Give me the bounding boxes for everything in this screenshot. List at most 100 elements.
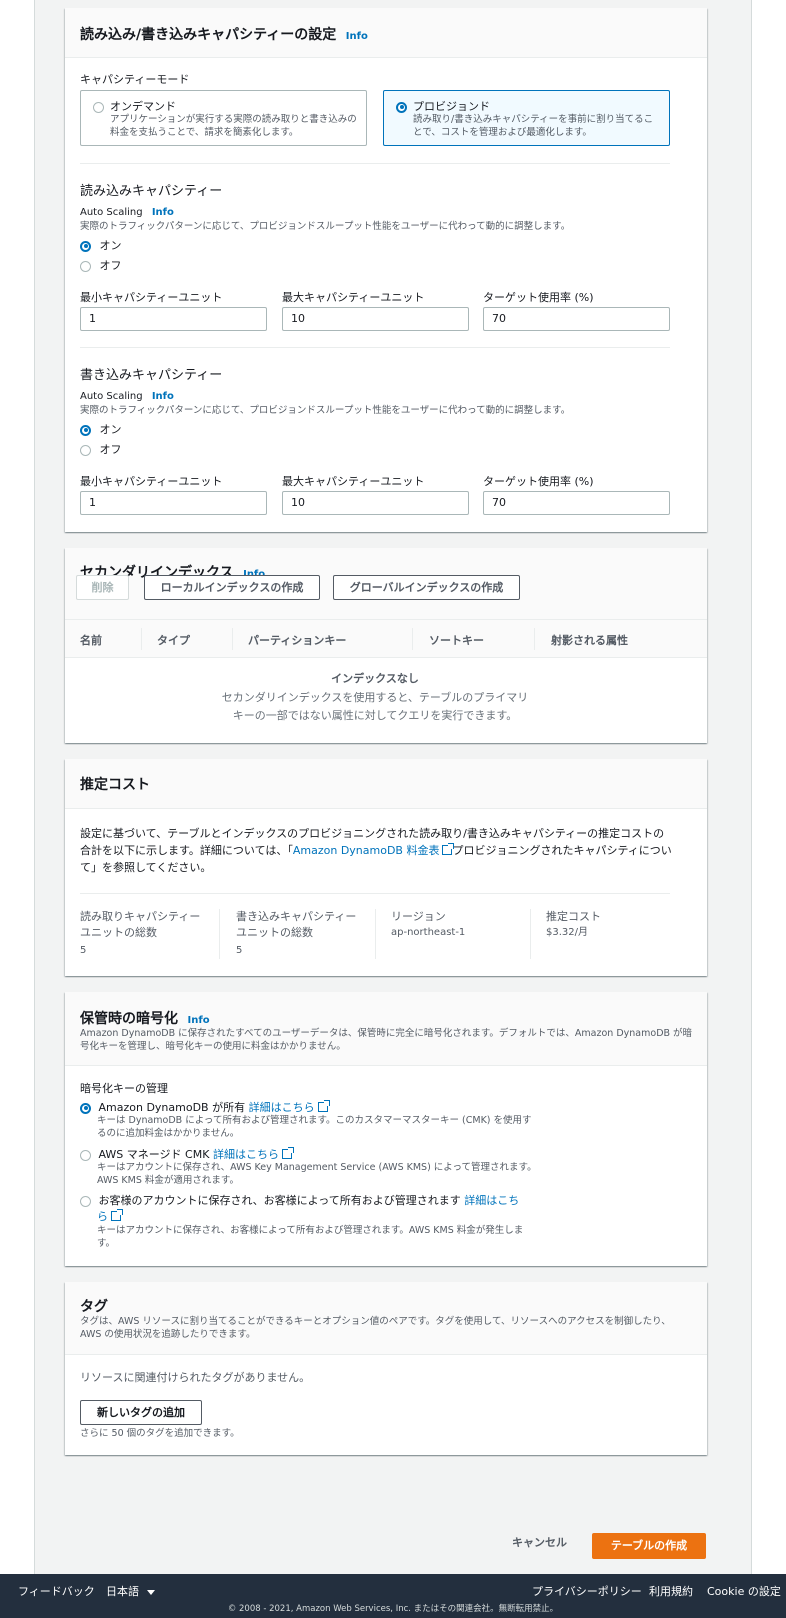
- read-capacity-total-label-1: 読み取りキャパシティー: [80, 910, 201, 923]
- read-min-label: 最小キャパシティーユニット: [80, 291, 223, 304]
- write-autoscaling-off[interactable]: オフ: [80, 441, 122, 457]
- read-off-label: オフ: [99, 259, 122, 272]
- key-option-customer-learn-more[interactable]: 詳細はこち: [464, 1194, 519, 1207]
- read-autoscaling-desc: 実際のトラフィックパターンに応じて、プロビジョンドスループット性能をユーザーに代…: [80, 221, 571, 232]
- read-off-radio[interactable]: [80, 260, 91, 272]
- cost-column-separator: [219, 909, 220, 959]
- read-min-input[interactable]: 1: [80, 307, 267, 331]
- divider: [80, 893, 670, 894]
- tags-desc-2: AWS の使用状況を追跡したりできます。: [80, 1329, 256, 1340]
- provisioned-title: プロビジョンド: [413, 100, 490, 113]
- estimated-cost-value: $3.32/月: [546, 927, 588, 938]
- write-autoscaling-on[interactable]: オン: [80, 421, 122, 437]
- language-selector[interactable]: 日本語: [106, 1583, 155, 1599]
- on-demand-radio[interactable]: [93, 101, 104, 113]
- provisioned-option[interactable]: プロビジョンド 読み取り/書き込みキャパシティーを事前に割り当てるこ とで、コス…: [383, 90, 670, 146]
- page-right-margin: [752, 0, 786, 1574]
- on-demand-option[interactable]: オンデマンド アプリケーションが実行する実際の読み取りと書き込みの 料金を支払う…: [80, 90, 367, 146]
- terms-link[interactable]: 利用規約: [649, 1583, 693, 1599]
- column-name[interactable]: 名前: [80, 632, 102, 648]
- provisioned-desc-2: とで、コストを管理および最適化します。: [413, 127, 592, 138]
- capacity-settings-title: 読み込み/書き込みキャパシティーの設定: [80, 27, 337, 43]
- cookie-settings-link[interactable]: Cookie の設定: [707, 1583, 781, 1599]
- write-capacity-total-label-2: ユニットの総数: [236, 926, 313, 939]
- on-demand-desc-2: 料金を支払うことで、請求を簡素化します。: [110, 127, 299, 138]
- create-table-button[interactable]: テーブルの作成: [592, 1533, 706, 1559]
- write-on-label: オン: [99, 423, 122, 436]
- console-footer: フィードバック 日本語 プライバシーポリシー 利用規約 Cookie の設定 ©…: [0, 1574, 786, 1618]
- external-link-icon: [111, 1209, 123, 1221]
- feedback-link[interactable]: フィードバック: [18, 1583, 95, 1599]
- key-option-dynamodb-learn-more[interactable]: 詳細はこちら: [249, 1101, 315, 1114]
- tags-desc-1: タグは、AWS リソースに割り当てることができるキーとオプション値のペアです。タ…: [80, 1316, 671, 1327]
- privacy-policy-link[interactable]: プライバシーポリシー: [532, 1583, 642, 1599]
- capacity-settings-info-link[interactable]: Info: [346, 31, 368, 42]
- column-separator: [534, 628, 535, 650]
- key-option-customer-learn-more-cont[interactable]: ら: [97, 1210, 108, 1223]
- caret-down-icon: [146, 1589, 155, 1595]
- external-link-icon: [317, 1100, 330, 1112]
- read-max-label: 最大キャパシティーユニット: [282, 291, 425, 304]
- create-global-index-button[interactable]: グローバルインデックスの作成: [333, 575, 520, 600]
- create-local-index-button[interactable]: ローカルインデックスの作成: [144, 575, 320, 600]
- key-option-aws-managed[interactable]: AWS マネージド CMK 詳細はこちら: [80, 1146, 294, 1162]
- estimated-cost-desc-1: 設定に基づいて、テーブルとインデックスのプロビジョニングされた読み取り/書き込み…: [80, 827, 665, 840]
- write-capacity-total-label-1: 書き込みキャパシティー: [236, 910, 357, 923]
- column-type[interactable]: タイプ: [157, 632, 190, 648]
- index-table-header: 名前 タイプ パーティションキー ソートキー 射影される属性: [65, 620, 707, 658]
- estimated-cost-title: 推定コスト: [80, 777, 150, 793]
- read-autoscaling-off[interactable]: オフ: [80, 257, 122, 273]
- add-tag-button[interactable]: 新しいタグの追加: [80, 1400, 202, 1425]
- column-separator: [141, 628, 142, 650]
- cost-column-separator: [530, 909, 531, 959]
- key-option-dynamodb-radio[interactable]: [80, 1102, 91, 1114]
- write-capacity-total-value: 5: [236, 945, 243, 956]
- read-target-input[interactable]: 70: [483, 307, 670, 331]
- external-link-icon: [442, 843, 455, 855]
- key-option-dynamodb-title: Amazon DynamoDB が所有: [98, 1101, 246, 1114]
- encryption-info-link[interactable]: Info: [188, 1015, 210, 1026]
- key-option-aws-managed-learn-more[interactable]: 詳細はこちら: [213, 1148, 279, 1161]
- key-option-aws-managed-title: AWS マネージド CMK: [98, 1148, 210, 1161]
- encryption-desc-1: Amazon DynamoDB に保存されたすべてのユーザーデータは、保管時に完…: [80, 1028, 693, 1039]
- key-option-customer-radio[interactable]: [80, 1195, 91, 1207]
- divider: [80, 163, 670, 164]
- estimated-cost-desc-4: て」を参照してください。: [80, 861, 212, 874]
- write-on-radio[interactable]: [80, 424, 91, 436]
- column-separator: [412, 628, 413, 650]
- provisioned-radio[interactable]: [396, 101, 407, 113]
- language-label: 日本語: [106, 1585, 139, 1598]
- read-autoscaling-on[interactable]: オン: [80, 237, 122, 253]
- read-autoscaling-info-link[interactable]: Info: [152, 207, 174, 218]
- tags-panel: タグ タグは、AWS リソースに割り当てることができるキーとオプション値のペアで…: [65, 1282, 707, 1455]
- key-option-aws-managed-desc-2: AWS KMS 料金が適用されます。: [97, 1175, 239, 1186]
- read-capacity-total-value: 5: [80, 945, 87, 956]
- write-off-radio[interactable]: [80, 444, 91, 456]
- cancel-button[interactable]: キャンセル: [512, 1534, 567, 1550]
- read-max-input[interactable]: 10: [282, 307, 469, 331]
- read-capacity-title: 読み込みキャパシティー: [80, 184, 223, 199]
- delete-index-button[interactable]: 削除: [76, 575, 129, 600]
- provisioned-desc-1: 読み取り/書き込みキャパシティーを事前に割り当てるこ: [413, 114, 654, 125]
- copyright-text: © 2008 - 2021, Amazon Web Services, Inc.…: [227, 1604, 559, 1614]
- no-index-desc-2: キーの一部ではない属性に対してクエリを実行できます。: [232, 709, 518, 722]
- write-target-input[interactable]: 70: [483, 491, 670, 515]
- write-off-label: オフ: [99, 443, 122, 456]
- write-autoscaling-info-link[interactable]: Info: [152, 391, 174, 402]
- key-option-aws-managed-radio[interactable]: [80, 1149, 91, 1161]
- dynamodb-pricing-link[interactable]: Amazon DynamoDB 料金表: [293, 844, 440, 857]
- column-sort-key[interactable]: ソートキー: [429, 632, 484, 648]
- no-tags-text: リソースに関連付けられたタグがありません。: [80, 1371, 311, 1384]
- no-index-title: インデックスなし: [331, 672, 419, 685]
- key-option-customer-managed[interactable]: お客様のアカウントに保存され、お客様によって所有および管理されます 詳細はこち: [80, 1192, 519, 1208]
- read-on-radio[interactable]: [80, 240, 91, 252]
- column-projected-attributes[interactable]: 射影される属性: [551, 632, 628, 648]
- write-max-input[interactable]: 10: [282, 491, 469, 515]
- key-option-dynamodb-owned[interactable]: Amazon DynamoDB が所有 詳細はこちら: [80, 1099, 330, 1115]
- read-on-label: オン: [99, 239, 122, 252]
- encryption-desc-2: 号化キーを管理し、暗号化キーの使用に料金はかかりません。: [80, 1041, 346, 1052]
- external-link-icon: [281, 1147, 294, 1159]
- read-capacity-total-label-2: ユニットの総数: [80, 926, 157, 939]
- column-partition-key[interactable]: パーティションキー: [248, 632, 346, 648]
- write-min-input[interactable]: 1: [80, 491, 267, 515]
